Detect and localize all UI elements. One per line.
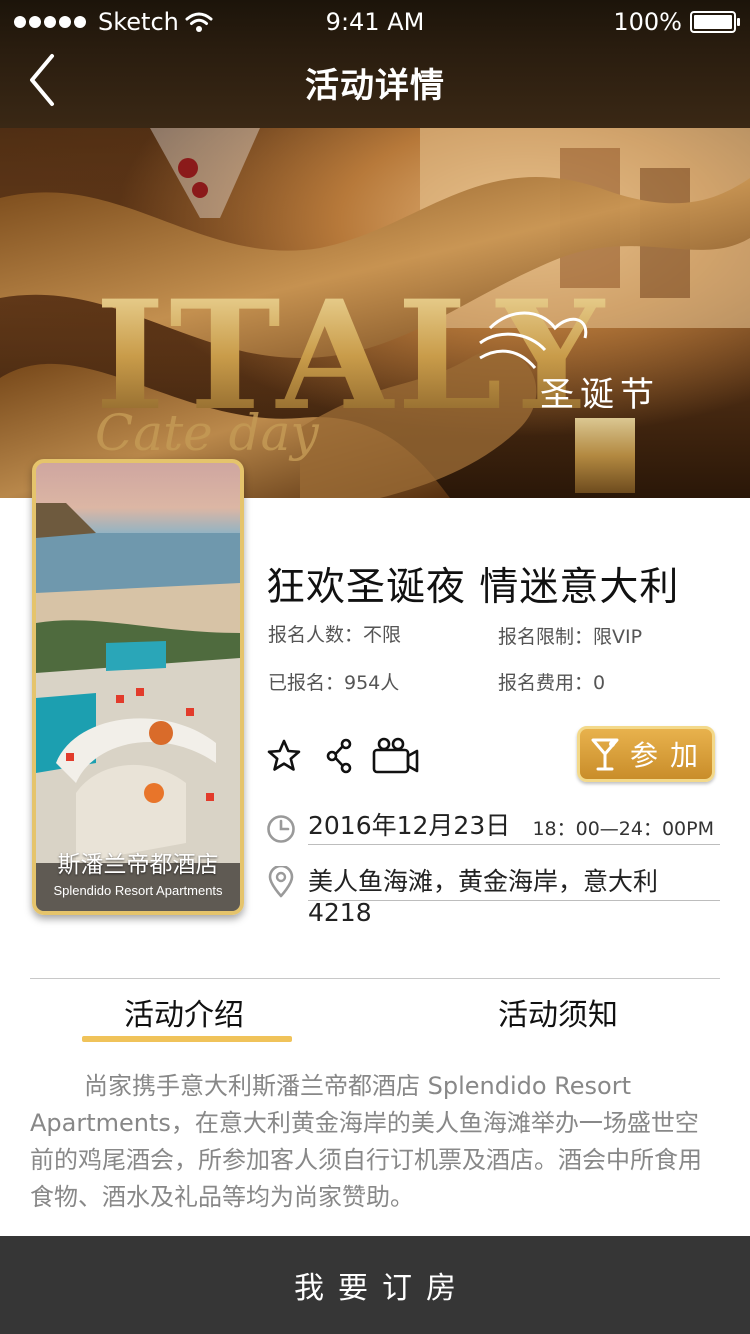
event-date: 2016年12月23日 xyxy=(308,811,511,840)
tab-notice[interactable]: 活动须知 xyxy=(498,990,618,1034)
hotel-photo xyxy=(36,503,240,911)
join-button[interactable]: 参加 xyxy=(577,726,715,782)
banner-art: ITALY Cate day 圣诞节 xyxy=(0,128,750,498)
book-room-label: 我要订房 xyxy=(294,1271,470,1306)
event-time: 18：00—24：00PM xyxy=(532,818,714,840)
signup-fee: 报名费用：0 xyxy=(498,672,606,694)
event-date-row: 2016年12月23日 18：00—24：00PM xyxy=(266,804,720,846)
battery-percent: 100% xyxy=(613,8,682,36)
header: Sketch 9:41 AM 100% 活动详情 xyxy=(0,0,750,128)
svg-text:Cate day: Cate day xyxy=(95,404,319,462)
tabs-divider xyxy=(30,978,720,979)
video-camera-icon[interactable] xyxy=(372,736,420,776)
date-divider xyxy=(308,844,720,845)
clock-icon xyxy=(267,815,295,843)
join-label: 参加 xyxy=(629,739,710,772)
event-banner: ITALY Cate day 圣诞节 xyxy=(0,128,750,498)
hotel-name-en: Splendido Resort Apartments xyxy=(53,883,223,898)
cocktail-icon xyxy=(591,738,619,771)
signup-count: 报名人数：不限 xyxy=(268,624,402,646)
tab-active-indicator xyxy=(82,1036,292,1042)
signup-limit: 报名限制：限VIP xyxy=(498,626,643,648)
event-location-row[interactable]: 美人鱼海滩，黄金海岸，意大利4218 xyxy=(266,860,720,927)
book-room-button[interactable]: 我要订房 xyxy=(0,1236,750,1334)
star-icon[interactable] xyxy=(266,738,302,774)
status-bar: Sketch 9:41 AM 100% xyxy=(0,0,750,40)
nav-bar: 活动详情 xyxy=(0,40,750,128)
hotel-name: 斯潘兰帝都酒店 xyxy=(57,852,219,878)
page-title: 活动详情 xyxy=(305,66,445,106)
battery-icon xyxy=(690,11,740,33)
tab-intro[interactable]: 活动介绍 xyxy=(124,990,244,1034)
event-title: 狂欢圣诞夜 情迷意大利 xyxy=(266,565,680,610)
hotel-card[interactable]: 斯潘兰帝都酒店 Splendido Resort Apartments xyxy=(32,459,244,915)
festival-label: 圣诞节 xyxy=(540,375,660,415)
intro-text: 尚家携手意大利斯潘兰帝都酒店 Splendido Resort Apartmen… xyxy=(30,1072,702,1211)
registered-count: 已报名：954人 xyxy=(268,672,400,694)
battery-area: 100% xyxy=(613,8,740,36)
event-location: 美人鱼海滩，黄金海岸，意大利4218 xyxy=(308,867,659,927)
location-pin-icon xyxy=(268,866,294,898)
action-icons xyxy=(266,736,420,776)
share-icon[interactable] xyxy=(324,738,354,774)
location-divider xyxy=(308,900,720,901)
